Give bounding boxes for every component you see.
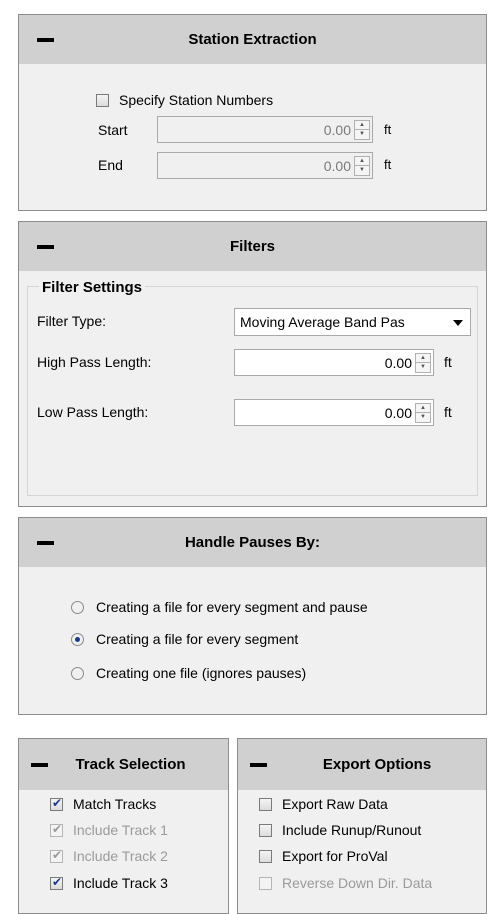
low-pass-value: 0.00 [384,404,412,421]
start-unit: ft [384,122,392,137]
include-track-1-checkbox: Include Track 1 [50,822,168,838]
chevron-down-icon[interactable] [453,320,463,326]
checkbox-label: Include Track 3 [73,875,168,891]
high-pass-unit: ft [444,354,452,370]
checkbox-label: Export for ProVal [282,848,388,864]
panel-title: Station Extraction [188,31,317,48]
handle-pauses-header[interactable]: Handle Pauses By: [19,518,486,567]
radio-icon[interactable] [71,666,84,680]
collapse-icon[interactable] [37,541,54,545]
track-selection-header[interactable]: Track Selection [19,739,228,790]
collapse-icon[interactable] [37,38,54,42]
checkbox-label: Reverse Down Dir. Data [282,875,433,891]
station-extraction-panel: Station Extraction Specify Station Numbe… [18,14,487,211]
checkbox-checked-icon[interactable] [50,796,63,811]
high-pass-value: 0.00 [384,354,412,371]
checkbox-checked-icon [50,848,63,863]
spin-buttons[interactable]: ▲ ▼ [415,402,431,423]
panel-title: Handle Pauses By: [184,534,321,551]
reverse-down-dir-data-checkbox: Reverse Down Dir. Data [259,875,432,891]
group-title: Filter Settings [39,279,146,296]
up-arrow-icon[interactable]: ▲ [416,354,430,363]
checkbox-checked-icon [50,822,63,837]
checkbox-icon[interactable] [259,849,272,863]
track-selection-panel: Track Selection Match Tracks Include Tra… [18,738,229,914]
down-arrow-icon[interactable]: ▼ [355,129,369,139]
start-value: 0.00 [323,121,351,138]
pause-option-every-segment[interactable]: Creating a file for every segment [71,631,298,647]
checkbox-label: Include Runup/Runout [282,822,422,838]
checkbox-icon [259,876,272,890]
spin-buttons[interactable]: ▲ ▼ [415,352,431,373]
collapse-icon[interactable] [250,763,267,767]
include-runup-runout-checkbox[interactable]: Include Runup/Runout [259,822,421,838]
specify-station-numbers-checkbox[interactable]: Specify Station Numbers [96,92,273,108]
spin-buttons[interactable]: ▲ ▼ [354,119,370,140]
radio-label: Creating one file (ignores pauses) [96,665,307,681]
end-label: End [98,157,123,173]
export-options-panel: Export Options Export Raw Data Include R… [237,738,487,914]
start-stepper[interactable]: 0.00 ▲ ▼ [157,116,373,143]
down-arrow-icon[interactable]: ▼ [416,412,430,422]
end-unit: ft [384,157,392,172]
collapse-icon[interactable] [37,245,54,249]
start-label: Start [98,122,128,138]
export-for-proval-checkbox[interactable]: Export for ProVal [259,848,388,864]
export-raw-data-checkbox[interactable]: Export Raw Data [259,796,388,812]
radio-selected-icon[interactable] [71,632,84,646]
down-arrow-icon[interactable]: ▼ [416,362,430,372]
checkbox-icon[interactable] [259,797,272,811]
include-track-2-checkbox: Include Track 2 [50,848,168,864]
export-options-header[interactable]: Export Options [238,739,486,790]
down-arrow-icon[interactable]: ▼ [355,165,369,175]
spin-buttons[interactable]: ▲ ▼ [354,155,370,176]
station-extraction-header[interactable]: Station Extraction [19,15,486,64]
low-pass-label: Low Pass Length: [37,404,149,420]
high-pass-label: High Pass Length: [37,354,152,370]
up-arrow-icon[interactable]: ▲ [355,157,369,166]
high-pass-stepper[interactable]: 0.00 ▲ ▼ [234,349,434,376]
radio-label: Creating a file for every segment [96,631,299,647]
low-pass-stepper[interactable]: 0.00 ▲ ▼ [234,399,434,426]
panel-title: Export Options [322,756,432,773]
checkbox-label: Match Tracks [73,796,157,812]
checkbox-label: Export Raw Data [282,796,388,812]
up-arrow-icon[interactable]: ▲ [416,404,430,413]
handle-pauses-panel: Handle Pauses By: Creating a file for ev… [18,517,487,715]
include-track-3-checkbox[interactable]: Include Track 3 [50,875,168,891]
end-value: 0.00 [323,157,351,174]
collapse-icon[interactable] [31,763,48,767]
radio-icon[interactable] [71,600,84,614]
up-arrow-icon[interactable]: ▲ [355,121,369,130]
selected-value: Moving Average Band Pas [240,314,405,330]
panel-title: Filters [229,238,275,255]
checkbox-label: Include Track 1 [73,822,168,838]
checkbox-icon[interactable] [96,93,109,107]
pause-option-segment-and-pause[interactable]: Creating a file for every segment and pa… [71,599,368,615]
checkbox-checked-icon[interactable] [50,875,63,890]
filter-type-label: Filter Type: [37,313,106,329]
low-pass-unit: ft [444,404,452,420]
filters-panel: Filters Filter Settings Filter Type: Mov… [18,221,487,507]
pause-option-one-file[interactable]: Creating one file (ignores pauses) [71,665,306,681]
checkbox-label: Specify Station Numbers [119,92,274,108]
radio-label: Creating a file for every segment and pa… [96,599,368,615]
end-stepper[interactable]: 0.00 ▲ ▼ [157,152,373,179]
filters-header[interactable]: Filters [19,222,486,271]
match-tracks-checkbox[interactable]: Match Tracks [50,796,156,812]
panel-title: Track Selection [75,756,186,773]
checkbox-icon[interactable] [259,823,272,837]
checkbox-label: Include Track 2 [73,848,168,864]
filter-type-select[interactable]: Moving Average Band Pas [234,308,471,336]
